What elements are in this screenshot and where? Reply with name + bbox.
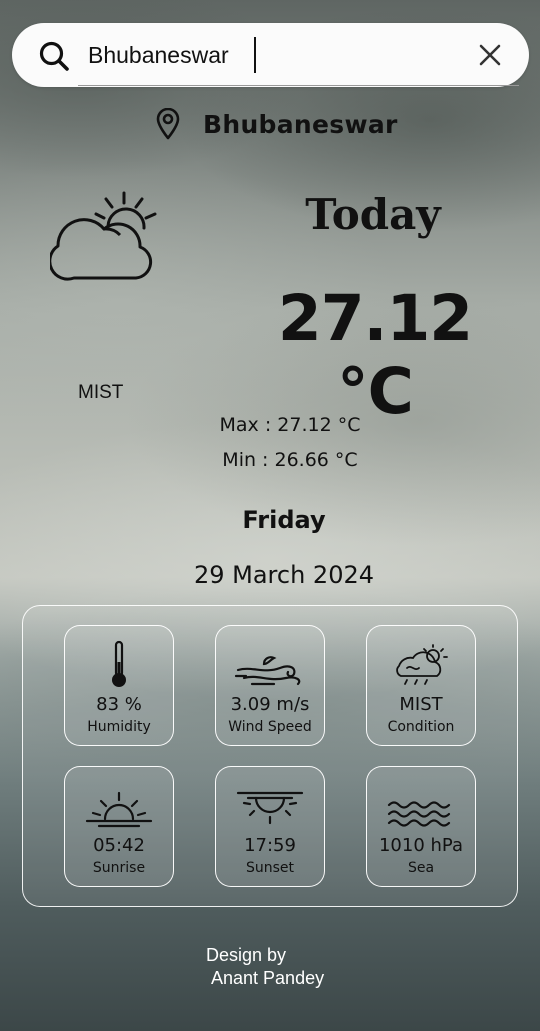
date: 29 March 2024 [193,561,375,589]
cloud-sun-rain-icon [396,644,448,685]
weekday: Friday [242,506,326,534]
partly-cloudy-icon [50,191,157,281]
condition-card: MIST Condition [366,625,476,746]
search-underline [78,85,519,86]
humidity-value: 83 % [96,694,142,715]
current-temperature: 27.12 °C [277,282,473,428]
search-input[interactable] [88,37,256,73]
sea-pressure-card: 1010 hPa Sea [366,766,476,887]
search-bar [12,23,529,87]
day-label: Today [305,190,441,239]
sea-pressure-label: Sea [407,860,435,876]
sunset-icon [236,791,304,825]
wind-icon [234,656,301,686]
location-city: Bhubaneswar [203,109,398,139]
wind-speed-card: 3.09 m/s Wind Speed [215,625,325,746]
humidity-label: Humidity [87,719,151,735]
clear-search-button[interactable] [474,39,506,71]
weather-details-panel: 83 % Humidity 3.09 m/s Wind Speed MIST C… [22,605,518,907]
sunrise-label: Sunrise [92,860,146,876]
map-pin-icon [156,108,180,140]
footer-line-1: Design by [206,945,287,965]
sunrise-card: 05:42 Sunrise [64,766,174,887]
condition-value: MIST [399,694,443,715]
min-temperature: Min : 26.66 °C [222,449,358,471]
sunrise-icon [85,791,153,828]
humidity-card: 83 % Humidity [64,625,174,746]
footer-credit: Design by Anant Pandey [190,944,350,990]
close-icon [479,44,501,66]
sunset-label: Sunset [245,860,295,876]
wind-speed-value: 3.09 m/s [230,694,310,715]
wind-speed-label: Wind Speed [228,719,312,735]
location: Bhubaneswar [155,106,398,142]
weather-description: MIST [78,382,124,403]
condition-label: Condition [387,719,455,735]
sunset-card: 17:59 Sunset [215,766,325,887]
search-icon[interactable] [38,40,70,72]
max-temperature: Max : 27.12 °C [219,414,361,436]
sea-pressure-value: 1010 hPa [378,835,463,856]
sunset-value: 17:59 [244,835,296,856]
sunrise-value: 05:42 [93,835,145,856]
waves-icon [387,801,451,827]
footer-line-2: Anant Pandey [211,968,325,988]
thermometer-icon [112,640,126,687]
